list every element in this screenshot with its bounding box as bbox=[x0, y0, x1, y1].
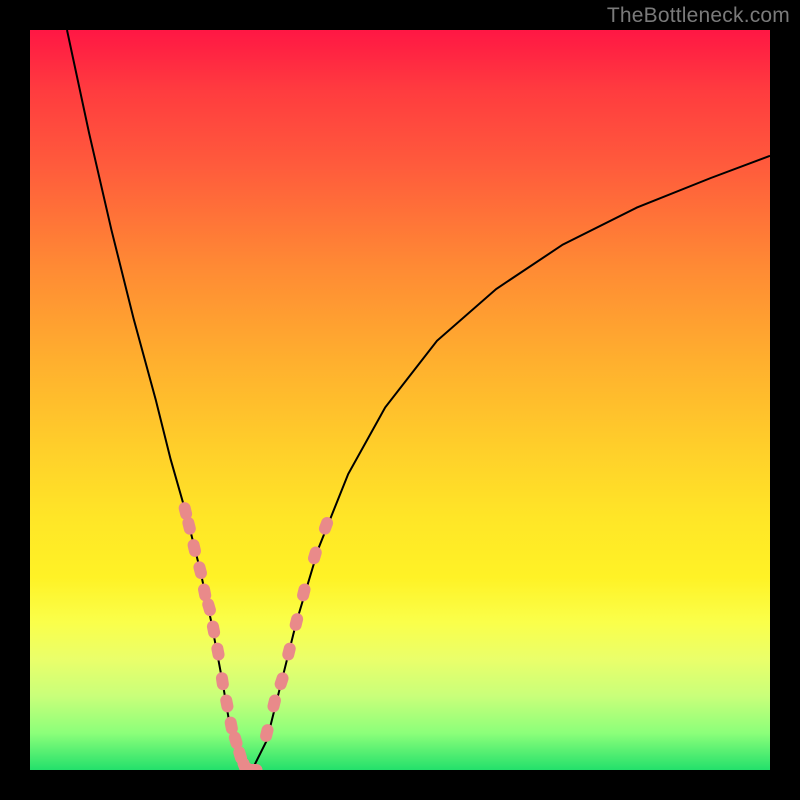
marker-dot bbox=[317, 515, 335, 536]
marker-dot bbox=[288, 612, 304, 632]
watermark-text: TheBottleneck.com bbox=[607, 4, 790, 28]
marker-dot bbox=[192, 560, 208, 580]
marker-dot bbox=[215, 671, 230, 691]
curve-bottleneck-curve bbox=[67, 30, 770, 770]
plot-area bbox=[30, 30, 770, 770]
marker-dot bbox=[219, 693, 234, 713]
marker-dot bbox=[266, 693, 282, 713]
marker-dot bbox=[210, 642, 225, 662]
marker-dot bbox=[259, 723, 275, 743]
marker-dot bbox=[206, 619, 221, 639]
marker-dot bbox=[186, 538, 202, 558]
marker-dot bbox=[281, 641, 297, 661]
marker-dot bbox=[273, 671, 290, 692]
chart-frame: TheBottleneck.com bbox=[0, 0, 800, 800]
chart-svg bbox=[30, 30, 770, 770]
marker-dot bbox=[296, 582, 312, 602]
marker-dot bbox=[307, 545, 324, 566]
